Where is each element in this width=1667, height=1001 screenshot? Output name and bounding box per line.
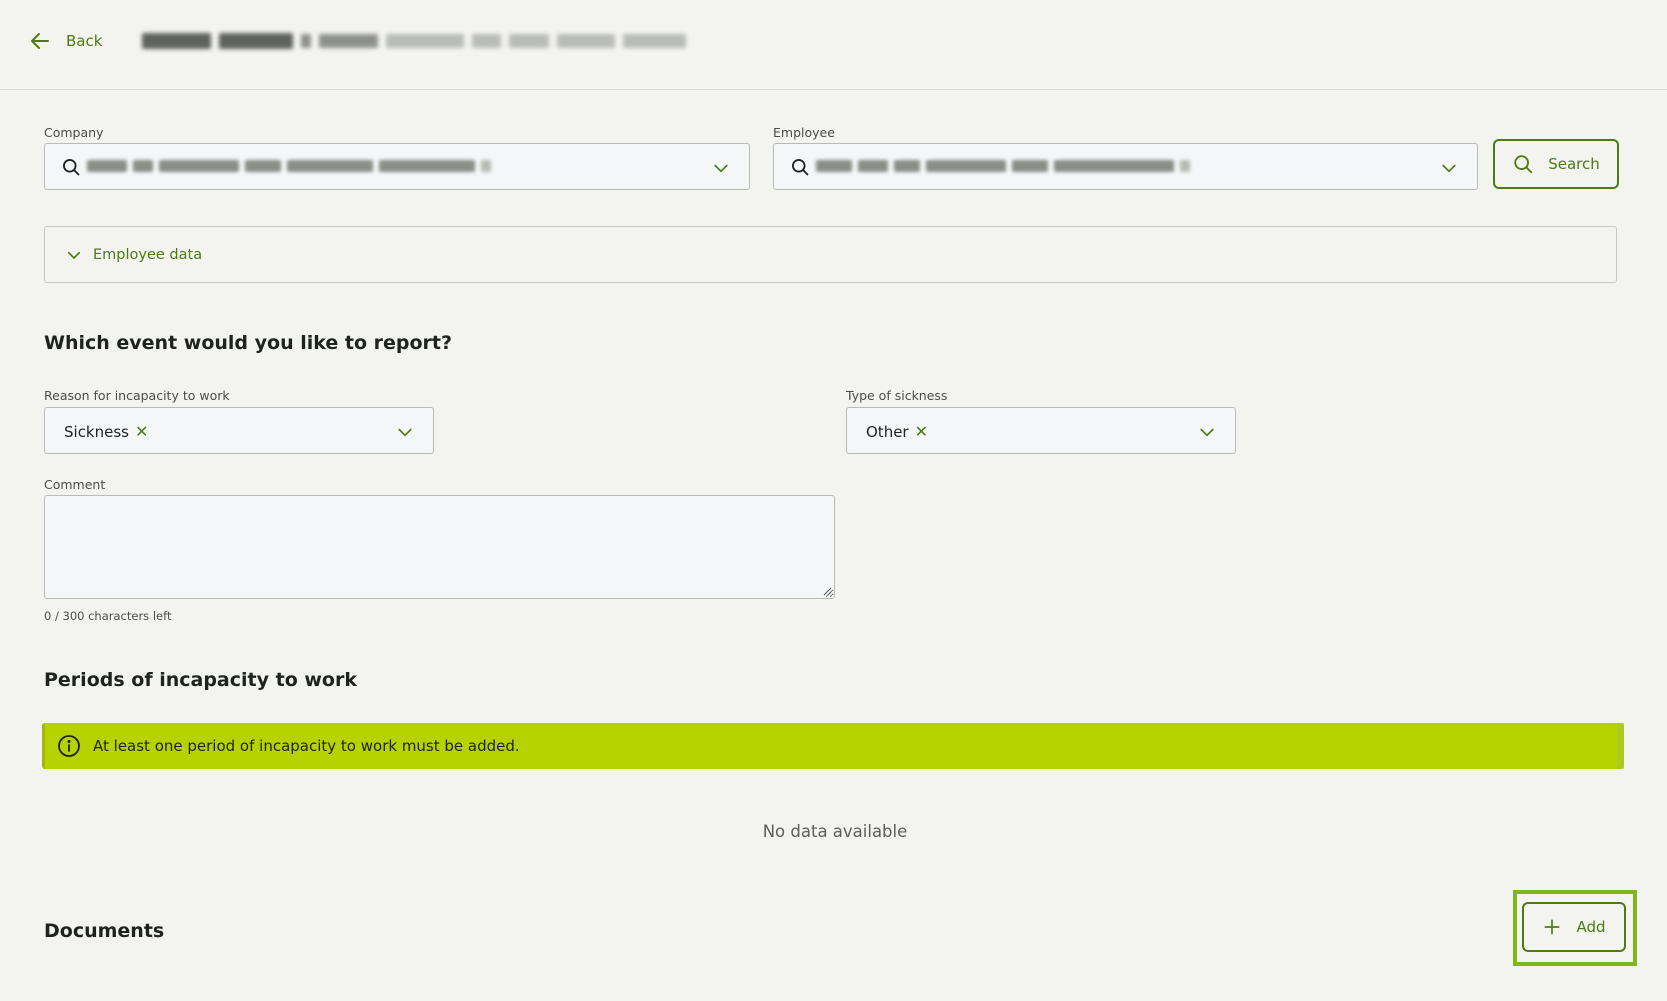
top-bar: Back [0,0,1667,90]
sickness-type-value: Other [866,422,909,441]
page-title-redacted [142,28,687,54]
alert-message: At least one period of incapacity to wor… [93,737,520,755]
documents-heading: Documents [44,920,165,942]
employee-label: Employee [773,125,835,140]
resize-grip-icon[interactable] [822,586,832,596]
add-button-label: Add [1576,918,1606,936]
reason-value: Sickness [64,422,129,441]
employee-select[interactable] [773,143,1478,190]
sickness-type-select[interactable]: Other ✕ [846,407,1236,454]
clear-reason-icon[interactable]: ✕ [135,422,148,441]
company-value-redacted [87,160,491,174]
chevron-down-icon [67,251,81,259]
periods-heading: Periods of incapacity to work [44,669,357,691]
arrow-left-icon [31,33,49,49]
chevron-down-icon[interactable] [1197,422,1217,442]
reason-select[interactable]: Sickness ✕ [44,407,434,454]
chevron-down-icon[interactable] [1439,158,1459,178]
search-icon [792,159,809,176]
chevron-down-icon[interactable] [711,158,731,178]
back-button[interactable]: Back [28,28,102,54]
event-heading: Which event would you like to report? [44,332,453,354]
chevron-down-icon[interactable] [395,422,415,442]
employee-data-accordion[interactable]: Employee data [44,226,1617,283]
comment-textarea[interactable] [44,495,835,599]
company-label: Company [44,125,104,140]
add-document-button[interactable]: Add [1522,902,1626,952]
back-label: Back [66,32,103,50]
search-button-label: Search [1548,155,1600,173]
company-select[interactable] [44,143,750,190]
info-icon [58,735,80,757]
reason-label: Reason for incapacity to work [44,388,230,403]
periods-alert: At least one period of incapacity to wor… [42,723,1624,769]
sickness-type-label: Type of sickness [846,388,948,403]
clear-sickness-type-icon[interactable]: ✕ [915,422,928,441]
employee-data-label: Employee data [93,246,203,263]
search-button[interactable]: Search [1493,139,1619,189]
employee-value-redacted [816,160,1190,174]
comment-char-count: 0 / 300 characters left [44,609,172,623]
search-icon [63,159,80,176]
comment-label: Comment [44,477,106,492]
plus-icon [1544,919,1560,935]
search-icon [1514,155,1533,174]
periods-empty-state: No data available [762,822,908,841]
